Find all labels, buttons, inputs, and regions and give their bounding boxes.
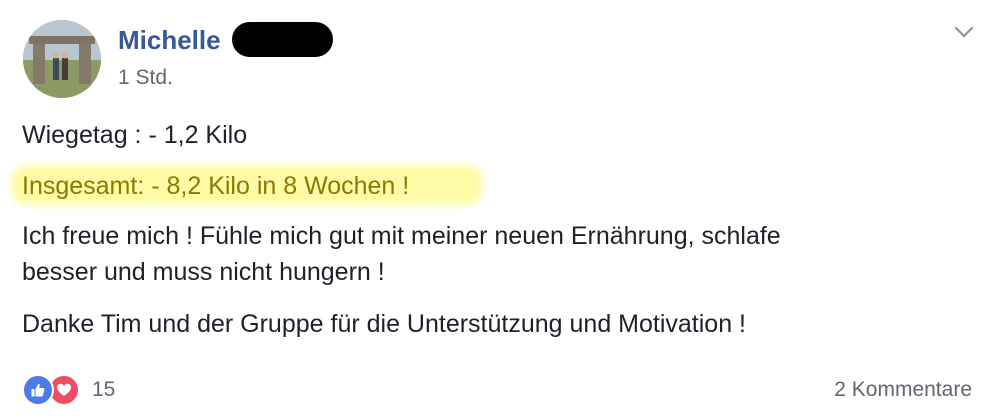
author-name-link[interactable]: Michelle — [118, 24, 221, 56]
like-icon[interactable] — [22, 374, 54, 406]
post-text-line: besser und muss nicht hungern ! — [22, 258, 385, 286]
post-text-line: Danke Tim und der Gruppe für die Unterst… — [22, 310, 746, 338]
author-avatar[interactable] — [23, 20, 101, 98]
comments-count-link[interactable]: 2 Kommentare — [834, 376, 972, 404]
post-text-line: Ich freue mich ! Fühle mich gut mit mein… — [22, 222, 781, 250]
reaction-count[interactable]: 15 — [92, 376, 115, 404]
avatar-photo-icon — [23, 20, 101, 98]
redaction-bar — [232, 22, 333, 57]
post-card: Michelle 1 Std. Wiegetag : - 1,2 Kilo In… — [0, 0, 994, 418]
post-text-line: Wiegetag : - 1,2 Kilo — [22, 121, 248, 149]
chevron-down-icon[interactable] — [952, 22, 976, 42]
post-text-line-highlighted: Insgesamt: - 8,2 Kilo in 8 Wochen ! — [22, 172, 410, 200]
post-timestamp[interactable]: 1 Std. — [118, 64, 173, 92]
